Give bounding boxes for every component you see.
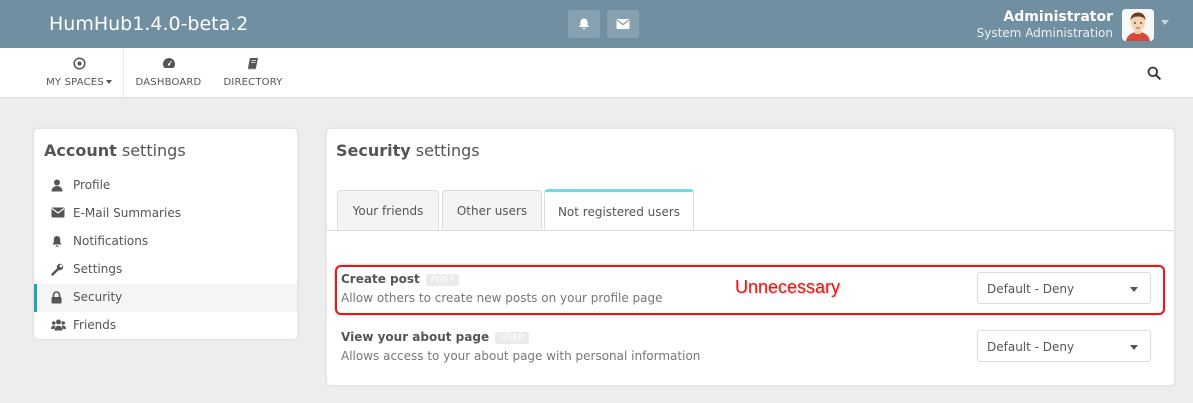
brand-title[interactable]: HumHub1.4.0-beta.2 [49, 13, 248, 35]
nav-my-spaces[interactable]: MY SPACES [40, 48, 118, 97]
view-about-page-permission-select[interactable]: Default - Deny [977, 330, 1151, 362]
security-settings-title: Security settings [336, 141, 480, 160]
view-about-page-title: View your about page USER [341, 330, 530, 344]
nav-directory-label: DIRECTORY [223, 77, 283, 88]
chevron-down-icon [105, 80, 112, 84]
tab-not-registered-users[interactable]: Not registered users [544, 189, 694, 231]
avatar[interactable] [1122, 9, 1154, 41]
sidebar-item-email-summaries[interactable]: E-Mail Summaries [34, 200, 297, 228]
sidebar-item-label: Settings [73, 262, 123, 276]
sidebar-item-notifications[interactable]: Notifications [34, 228, 297, 256]
bell-icon [51, 235, 65, 249]
book-icon [218, 57, 288, 73]
users-icon [51, 319, 66, 333]
chevron-down-icon [1130, 345, 1138, 350]
sidebar-item-label: Profile [73, 178, 111, 192]
dashboard-icon [131, 57, 206, 73]
wrench-icon [51, 263, 65, 277]
sidebar-item-label: Notifications [73, 234, 149, 248]
sidebar-item-label: Friends [73, 318, 117, 332]
sidebar-item-label: E-Mail Summaries [73, 206, 181, 220]
user-subtitle[interactable]: System Administration [977, 26, 1113, 40]
security-settings-panel: Security settings Your friends Other use… [327, 129, 1174, 385]
account-settings-title: Account settings [44, 141, 186, 160]
tab-divider [327, 230, 1174, 231]
nav-directory[interactable]: DIRECTORY [218, 48, 288, 97]
tab-other-users[interactable]: Other users [442, 190, 542, 231]
select-value: Default - Deny [987, 340, 1075, 354]
envelope-icon [51, 207, 65, 221]
view-about-page-description: Allows access to your about page with pe… [341, 349, 701, 363]
annotation-label: Unnecessary [735, 277, 841, 297]
nav-dashboard-label: DASHBOARD [135, 77, 202, 88]
bell-icon [579, 18, 589, 30]
main-navigation: MY SPACES DASHBOARD DIRECTORY [0, 48, 1193, 98]
sidebar-item-friends[interactable]: Friends [34, 312, 297, 340]
user-badge: USER [495, 331, 530, 344]
tab-your-friends[interactable]: Your friends [337, 190, 439, 231]
notifications-button[interactable] [568, 10, 600, 38]
lock-icon [51, 291, 65, 305]
nav-my-spaces-label: MY SPACES [46, 77, 104, 88]
envelope-icon [616, 19, 630, 29]
sidebar-item-settings[interactable]: Settings [34, 256, 297, 284]
account-settings-panel: Account settings Profile E-Mail Summarie… [34, 129, 297, 339]
user-icon [51, 179, 65, 193]
search-icon[interactable] [1147, 66, 1161, 85]
messages-button[interactable] [607, 10, 639, 38]
sidebar-item-security[interactable]: Security [34, 284, 297, 312]
user-menu-caret-icon[interactable] [1161, 20, 1169, 25]
sidebar-item-label: Security [73, 290, 123, 304]
user-name[interactable]: Administrator [1003, 9, 1113, 25]
top-bar: HumHub1.4.0-beta.2 Administrator System … [0, 0, 1193, 48]
nav-divider [123, 48, 124, 97]
dot-circle-icon [40, 57, 118, 73]
nav-dashboard[interactable]: DASHBOARD [131, 48, 206, 97]
sidebar-item-profile[interactable]: Profile [34, 172, 297, 200]
